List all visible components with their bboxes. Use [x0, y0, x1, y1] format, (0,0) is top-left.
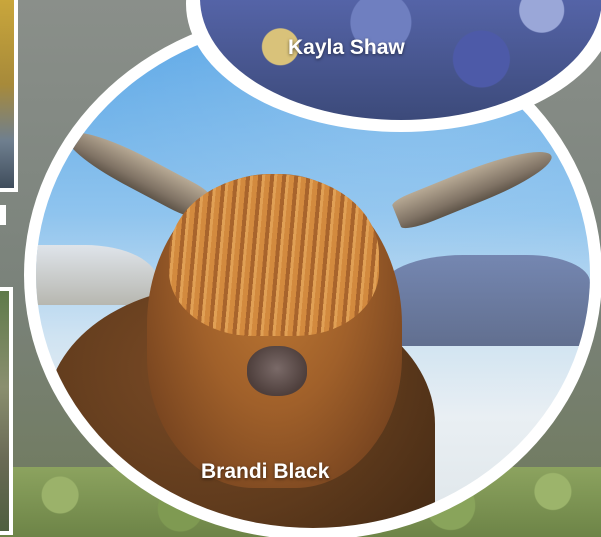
cow-fringe — [168, 173, 380, 336]
thumbnail-edge — [0, 205, 6, 225]
card-name-label: Brandi Black — [201, 460, 330, 483]
gallery-thumbnail-partial[interactable] — [0, 0, 18, 192]
photo-gallery: Kayla Shaw Brandi Black — [0, 0, 601, 537]
cow-nose — [246, 345, 308, 397]
gallery-thumbnail-partial[interactable] — [0, 287, 13, 535]
tree-line — [379, 254, 590, 346]
card-name-label: Kayla Shaw — [288, 36, 405, 59]
